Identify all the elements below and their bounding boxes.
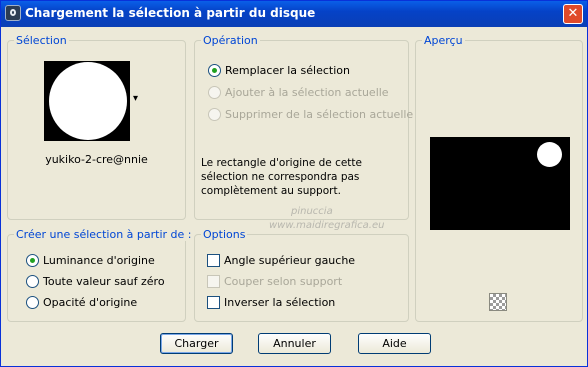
message-line: sélection ne correspondra pas bbox=[201, 171, 360, 183]
radio-label: Opacité d'origine bbox=[43, 296, 138, 309]
create-from-group: Créer une sélection à partir de : Lumina… bbox=[7, 228, 194, 322]
operation-group: Opération Remplacer la sélection Ajouter… bbox=[194, 34, 413, 220]
watermark-url: www.maidiregrafica.eu bbox=[269, 220, 385, 231]
window-title: Chargement la sélection à partir du disq… bbox=[25, 6, 316, 20]
radio-label: Ajouter à la sélection actuelle bbox=[225, 86, 389, 99]
selection-legend: Sélection bbox=[14, 34, 69, 47]
message-line: complètement au support. bbox=[201, 185, 341, 197]
dialog-window: Chargement la sélection à partir du disq… bbox=[0, 0, 588, 367]
close-button[interactable]: ✕ bbox=[563, 4, 583, 24]
preview-image bbox=[430, 137, 570, 230]
title-bar[interactable]: Chargement la sélection à partir du disq… bbox=[1, 1, 587, 27]
preview-circle bbox=[537, 142, 562, 167]
checkbox[interactable] bbox=[207, 254, 220, 267]
selection-file-name: yukiko-2-cre@nnie bbox=[45, 153, 148, 166]
thumbnail-dropdown-icon[interactable]: ▾ bbox=[133, 93, 138, 104]
radio-button[interactable] bbox=[208, 64, 221, 77]
help-button[interactable]: Aide bbox=[358, 333, 431, 354]
message-line: Le rectangle d'origine de cette bbox=[201, 157, 363, 169]
radio-button[interactable] bbox=[26, 254, 39, 267]
preview-group: Aperçu bbox=[415, 34, 583, 322]
operation-message: Le rectangle d'origine de cette sélectio… bbox=[201, 156, 362, 198]
checkbox[interactable] bbox=[207, 296, 220, 309]
checkbox-label: Couper selon support bbox=[224, 275, 343, 288]
create-from-legend: Créer une sélection à partir de : bbox=[14, 228, 194, 241]
radio-button[interactable] bbox=[26, 275, 39, 288]
selection-thumbnail[interactable] bbox=[44, 61, 130, 141]
app-icon bbox=[5, 5, 21, 21]
watermark-text: pinuccia bbox=[291, 206, 333, 217]
thumbnail-circle bbox=[49, 62, 127, 140]
options-legend: Options bbox=[201, 228, 248, 241]
radio-button[interactable] bbox=[208, 86, 221, 99]
radio-button[interactable] bbox=[208, 108, 221, 121]
radio-label: Luminance d'origine bbox=[43, 254, 155, 267]
options-group: Options Angle supérieur gauche Couper se… bbox=[194, 228, 409, 322]
radio-button[interactable] bbox=[26, 296, 39, 309]
load-button[interactable]: Charger bbox=[160, 333, 233, 354]
checkbox[interactable] bbox=[207, 275, 220, 288]
preview-legend: Aperçu bbox=[422, 34, 465, 47]
checkbox-label: Inverser la sélection bbox=[224, 296, 336, 309]
radio-label: Remplacer la sélection bbox=[225, 64, 350, 77]
radio-label: Supprimer de la sélection actuelle bbox=[225, 108, 414, 121]
radio-label: Toute valeur sauf zéro bbox=[43, 275, 165, 288]
operation-legend: Opération bbox=[201, 34, 260, 47]
preview-toggle-button[interactable] bbox=[489, 293, 507, 311]
cancel-button[interactable]: Annuler bbox=[258, 333, 331, 354]
selection-group: Sélection ▾ yukiko-2-cre@nnie bbox=[7, 34, 186, 220]
checkbox-label: Angle supérieur gauche bbox=[224, 254, 356, 267]
